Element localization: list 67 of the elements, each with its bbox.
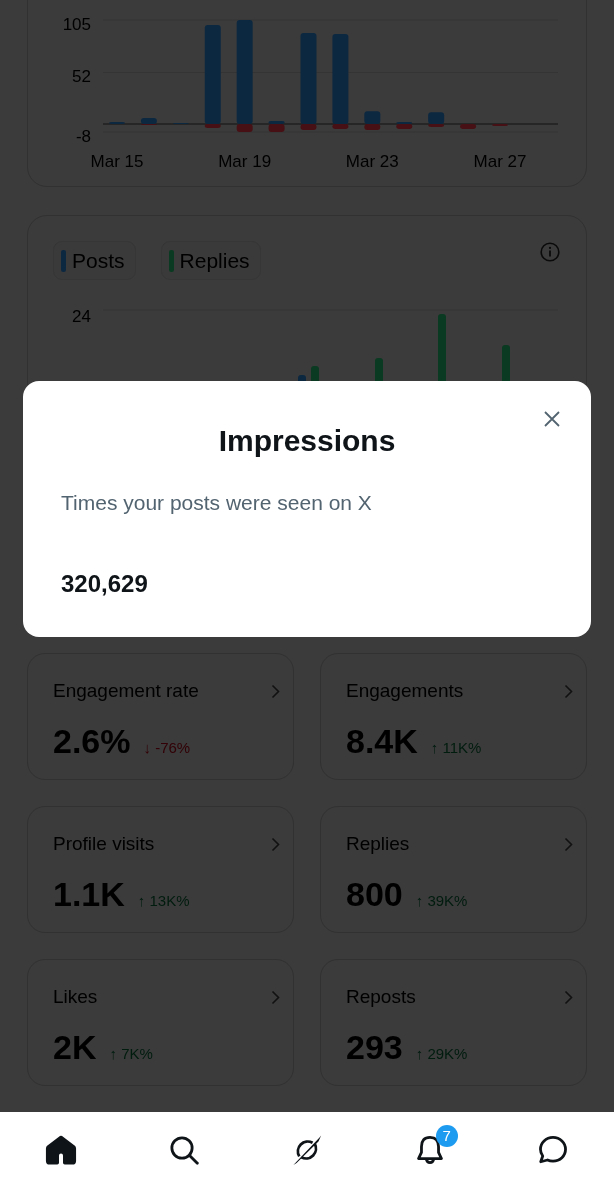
chevron-right-icon <box>564 989 573 1005</box>
stat-card[interactable]: Reposts 293 ↑ 29K% <box>320 959 587 1086</box>
negative-chart-bar <box>332 124 349 130</box>
negative-chart-bar <box>364 124 381 130</box>
posts-bar <box>298 375 306 381</box>
negative-chart-bar <box>428 124 445 128</box>
stat-change: ↑ 13K% <box>137 892 190 909</box>
replies-bar <box>438 314 446 381</box>
stat-value: 8.4K <box>346 721 418 761</box>
stat-change: ↓ -76% <box>143 739 191 756</box>
stat-value: 1.1K <box>53 874 125 914</box>
negative-chart-bar <box>300 124 317 130</box>
negative-chart-bar <box>268 124 285 132</box>
close-icon <box>543 410 561 428</box>
stat-change: ↑ 39K% <box>415 892 468 909</box>
stat-label: Replies <box>346 833 410 855</box>
dialog-description: Times your posts were seen on X <box>61 490 372 516</box>
close-button[interactable] <box>543 410 561 428</box>
legend-chip[interactable]: Replies <box>160 241 261 280</box>
stat-label: Engagements <box>346 680 464 702</box>
x-axis-label: Mar 23 <box>345 151 399 171</box>
negative-chart-bar <box>492 124 508 127</box>
stat-value: 2K <box>53 1027 97 1067</box>
y-axis-label: 105 <box>62 14 91 34</box>
dialog-title: Impressions <box>218 423 396 459</box>
stat-card[interactable]: Profile visits 1.1K ↑ 13K% <box>27 806 294 933</box>
stat-change: ↑ 29K% <box>415 1045 468 1062</box>
negative-chart-bar <box>236 124 253 132</box>
chart-bar <box>396 122 413 125</box>
stat-label: Profile visits <box>53 833 155 855</box>
chart-bar <box>140 118 157 125</box>
chart-bar <box>109 122 125 125</box>
stat-label: Engagement rate <box>53 680 199 702</box>
stat-card[interactable]: Replies 800 ↑ 39K% <box>320 806 587 933</box>
stat-card[interactable]: Engagement rate 2.6% ↓ -76% <box>27 653 294 780</box>
replies-bar <box>375 358 383 381</box>
stat-label: Likes <box>53 986 98 1008</box>
chart-bar <box>268 121 285 125</box>
stat-value: 2.6% <box>53 721 131 761</box>
impressions-count: 320,629 <box>61 570 148 598</box>
replies-bar <box>311 366 319 381</box>
legend-chip[interactable]: Posts <box>53 241 136 280</box>
chevron-right-icon <box>564 836 573 852</box>
stat-label: Reposts <box>346 986 416 1008</box>
y-axis-label: 52 <box>72 67 91 87</box>
chevron-right-icon <box>271 836 280 852</box>
x-axis-label: Mar 15 <box>90 151 144 171</box>
notification-badge: 7 <box>435 1125 458 1147</box>
chevron-right-icon <box>271 989 280 1005</box>
stat-change: ↑ 11K% <box>430 739 482 756</box>
x-axis-label: Mar 19 <box>218 151 272 171</box>
negative-chart-bar <box>460 124 477 130</box>
stat-card[interactable]: Likes 2K ↑ 7K% <box>27 959 294 1086</box>
stat-value: 293 <box>346 1027 403 1067</box>
chart-bar <box>364 111 381 125</box>
stat-change: ↑ 7K% <box>109 1045 153 1062</box>
chart-bar <box>428 112 445 125</box>
negative-chart-bar <box>204 124 221 129</box>
stat-card[interactable]: Engagements 8.4K ↑ 11K% <box>320 653 587 780</box>
chevron-right-icon <box>564 683 573 699</box>
stat-value: 800 <box>346 874 403 914</box>
chevron-right-icon <box>271 683 280 699</box>
x-axis-label: Mar 27 <box>473 151 527 171</box>
replies-bar <box>502 345 510 381</box>
y-axis-label: 24 <box>72 306 91 326</box>
negative-chart-bar <box>396 124 413 130</box>
y-axis-label: -8 <box>75 126 91 146</box>
